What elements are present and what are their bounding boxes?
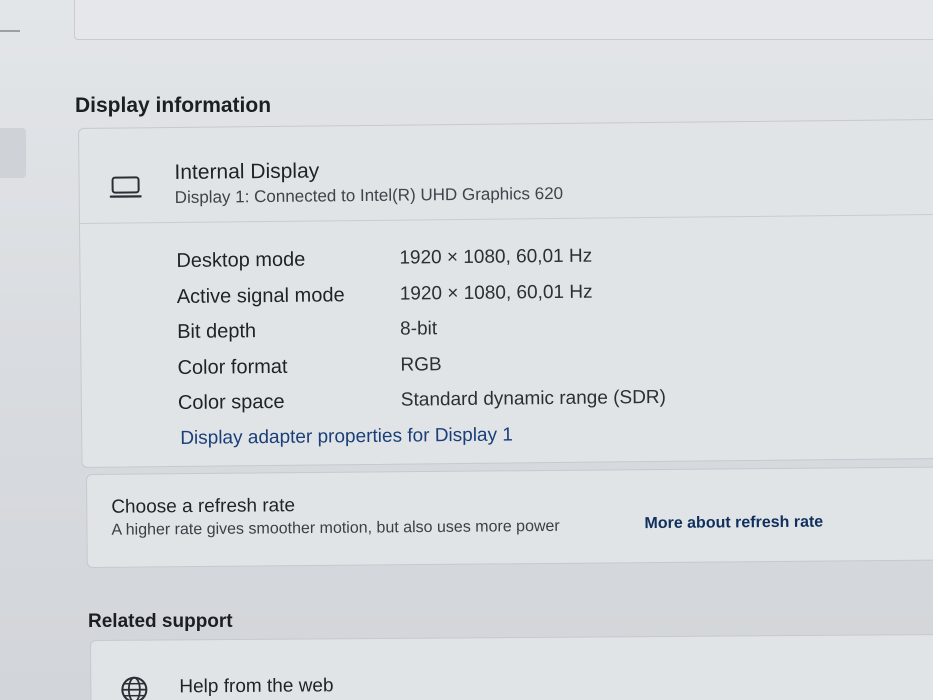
info-label: Color space	[177, 390, 285, 414]
info-value: 1920 × 1080, 60,01 Hz	[399, 245, 593, 269]
settings-page: Display information Internal Display Dis…	[0, 0, 933, 700]
info-label: Bit depth	[177, 320, 257, 343]
help-from-web-card[interactable]: Help from the web	[90, 633, 933, 700]
color-space-row: Color space Standard dynamic range (SDR)	[178, 385, 878, 428]
help-from-web-label: Help from the web	[179, 675, 334, 698]
related-support-heading: Related support	[88, 611, 233, 632]
display-connection-info: Display 1: Connected to Intel(R) UHD Gra…	[174, 183, 564, 207]
info-value: 8-bit	[400, 318, 438, 340]
more-about-refresh-rate-link[interactable]: More about refresh rate	[644, 514, 823, 534]
display-info-list: Desktop mode 1920 × 1080, 60,01 Hz Activ…	[176, 243, 878, 428]
display-adapter-properties-link[interactable]: Display adapter properties for Display 1	[180, 424, 513, 449]
info-label: Color format	[177, 355, 288, 379]
laptop-icon	[109, 176, 142, 198]
info-label: Desktop mode	[176, 248, 306, 272]
refresh-rate-title: Choose a refresh rate	[111, 495, 296, 518]
nav-rail-selected-item[interactable]	[0, 128, 26, 178]
info-value: Standard dynamic range (SDR)	[400, 386, 667, 411]
display-information-heading: Display information	[75, 94, 272, 117]
info-value: RGB	[400, 353, 442, 376]
nav-rail-indicator	[0, 22, 20, 32]
display-name: Internal Display	[174, 159, 320, 184]
display-header-row: Internal Display Display 1: Connected to…	[79, 119, 933, 224]
info-label: Active signal mode	[176, 283, 345, 308]
refresh-rate-description: A higher rate gives smoother motion, but…	[111, 517, 560, 539]
display-information-card: Internal Display Display 1: Connected to…	[78, 118, 933, 468]
globe-icon	[121, 676, 148, 700]
previous-settings-card[interactable]	[74, 0, 933, 40]
info-value: 1920 × 1080, 60,01 Hz	[399, 281, 593, 305]
refresh-rate-card[interactable]: Choose a refresh rate A higher rate give…	[86, 466, 933, 568]
